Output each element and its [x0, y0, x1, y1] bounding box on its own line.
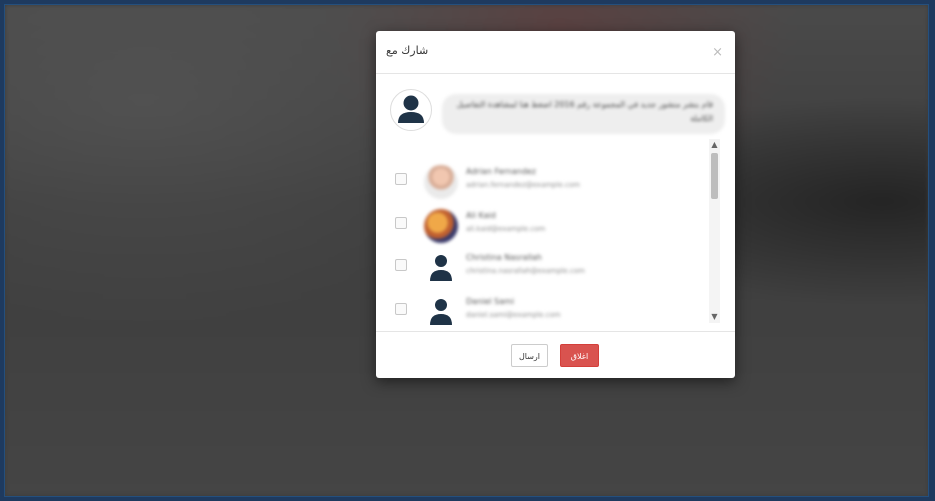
person-icon	[398, 95, 424, 123]
user-row: Adrian Fernandez adrian.fernandez@exampl…	[386, 159, 706, 203]
close-button[interactable]: اغلاق	[560, 344, 599, 367]
user-email: ali.kaid@example.com	[466, 225, 546, 233]
user-avatar	[424, 251, 458, 285]
user-list-scrollbar[interactable]: ▲ ▼	[709, 139, 720, 323]
user-row: Daniel Sami daniel.sami@example.com	[386, 289, 706, 333]
user-name: Christina Nasrallah	[466, 253, 542, 262]
send-button[interactable]: ارسال	[511, 344, 548, 367]
user-checkbox[interactable]	[395, 217, 407, 229]
user-checkbox[interactable]	[395, 303, 407, 315]
modal-footer: ارسال اغلاق	[376, 331, 735, 378]
close-icon[interactable]: ×	[712, 45, 723, 60]
person-icon	[430, 255, 452, 281]
shared-post: قام بنشر منشور جديد في المجموعة رقم 2016…	[390, 86, 725, 138]
scroll-down-icon[interactable]: ▼	[709, 311, 720, 323]
user-checkbox[interactable]	[395, 259, 407, 271]
user-email: adrian.fernandez@example.com	[466, 181, 580, 189]
user-list: Adrian Fernandez adrian.fernandez@exampl…	[386, 139, 726, 351]
user-email: daniel.sami@example.com	[466, 311, 561, 319]
person-icon	[430, 299, 452, 325]
user-row: Ali Kaid ali.kaid@example.com	[386, 203, 706, 247]
share-modal: شارك مع × قام بنشر منشور جديد في المجموع…	[376, 31, 735, 378]
scroll-thumb[interactable]	[711, 153, 718, 199]
post-author-avatar	[390, 89, 432, 131]
modal-title: شارك مع	[386, 44, 429, 57]
user-checkbox[interactable]	[395, 173, 407, 185]
user-row: Christina Nasrallah christina.nasrallah@…	[386, 245, 706, 289]
scroll-up-icon[interactable]: ▲	[709, 139, 720, 151]
user-avatar	[424, 295, 458, 329]
user-name: Daniel Sami	[466, 297, 515, 306]
modal-header: شارك مع ×	[376, 31, 735, 74]
user-name: Adrian Fernandez	[466, 167, 536, 176]
user-email: christina.nasrallah@example.com	[466, 267, 585, 275]
post-text: قام بنشر منشور جديد في المجموعة رقم 2016…	[442, 94, 725, 134]
user-name: Ali Kaid	[466, 211, 496, 220]
user-avatar	[424, 165, 458, 199]
user-avatar	[424, 209, 458, 243]
